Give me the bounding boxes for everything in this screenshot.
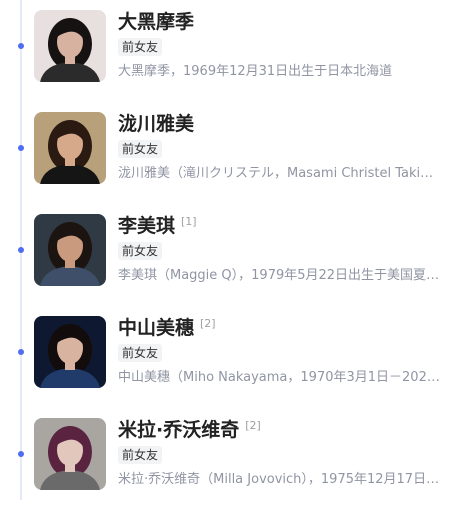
- relation-tag: 前女友: [118, 344, 163, 362]
- person-name[interactable]: 泷川雅美: [118, 111, 194, 137]
- avatar-portrait-icon: [34, 10, 106, 82]
- timeline-dot: [18, 247, 24, 253]
- timeline-dot: [18, 43, 24, 49]
- avatar-portrait-icon: [34, 214, 106, 286]
- person-description: 李美琪（Maggie Q），1979年5月22日出生于美国夏威夷: [118, 268, 440, 283]
- person-avatar[interactable]: [34, 418, 106, 490]
- person-name[interactable]: 大黑摩季: [118, 9, 194, 35]
- citation-link[interactable]: [2]: [200, 316, 216, 332]
- person-name[interactable]: 米拉·乔沃维奇: [118, 417, 239, 443]
- person-name[interactable]: 李美琪: [118, 213, 175, 239]
- person-name[interactable]: 中山美穗: [118, 315, 194, 341]
- person-description: 泷川雅美（滝川クリステル，Masami Christel Takigawa）: [118, 166, 440, 181]
- relation-tag: 前女友: [118, 242, 163, 260]
- name-row: 泷川雅美: [118, 111, 194, 137]
- timeline-dot: [18, 349, 24, 355]
- person-description: 米拉·乔沃维奇（Milla Jovovich），1975年12月17日出生于乌克…: [118, 472, 440, 487]
- relation-tag: 前女友: [118, 140, 163, 158]
- relation-item[interactable]: 中山美穗 [2] 前女友 中山美穗（Miho Nakayama，1970年3月1…: [0, 306, 457, 408]
- person-avatar[interactable]: [34, 112, 106, 184]
- relation-list: 大黑摩季 前女友 大黑摩季，1969年12月31日出生于日本北海道 泷川雅美 前…: [0, 0, 457, 510]
- name-row: 中山美穗 [2]: [118, 315, 216, 341]
- person-avatar[interactable]: [34, 10, 106, 82]
- name-row: 米拉·乔沃维奇 [2]: [118, 417, 261, 443]
- citation-link[interactable]: [2]: [245, 418, 261, 434]
- name-row: 李美琪 [1]: [118, 213, 197, 239]
- avatar-portrait-icon: [34, 316, 106, 388]
- person-avatar[interactable]: [34, 316, 106, 388]
- person-description: 中山美穗（Miho Nakayama，1970年3月1日－2024年12月6日）: [118, 370, 440, 385]
- relation-item[interactable]: 泷川雅美 前女友 泷川雅美（滝川クリステル，Masami Christel Ta…: [0, 102, 457, 204]
- relation-item[interactable]: 大黑摩季 前女友 大黑摩季，1969年12月31日出生于日本北海道: [0, 0, 457, 102]
- relation-tag: 前女友: [118, 446, 163, 464]
- avatar-portrait-icon: [34, 112, 106, 184]
- relation-item[interactable]: 李美琪 [1] 前女友 李美琪（Maggie Q），1979年5月22日出生于美…: [0, 204, 457, 306]
- avatar-portrait-icon: [34, 418, 106, 490]
- timeline-dot: [18, 451, 24, 457]
- person-description: 大黑摩季，1969年12月31日出生于日本北海道: [118, 64, 393, 79]
- timeline-dot: [18, 145, 24, 151]
- relation-tag: 前女友: [118, 38, 163, 56]
- citation-link[interactable]: [1]: [181, 214, 197, 230]
- person-avatar[interactable]: [34, 214, 106, 286]
- name-row: 大黑摩季: [118, 9, 194, 35]
- relation-item[interactable]: 米拉·乔沃维奇 [2] 前女友 米拉·乔沃维奇（Milla Jovovich），…: [0, 408, 457, 510]
